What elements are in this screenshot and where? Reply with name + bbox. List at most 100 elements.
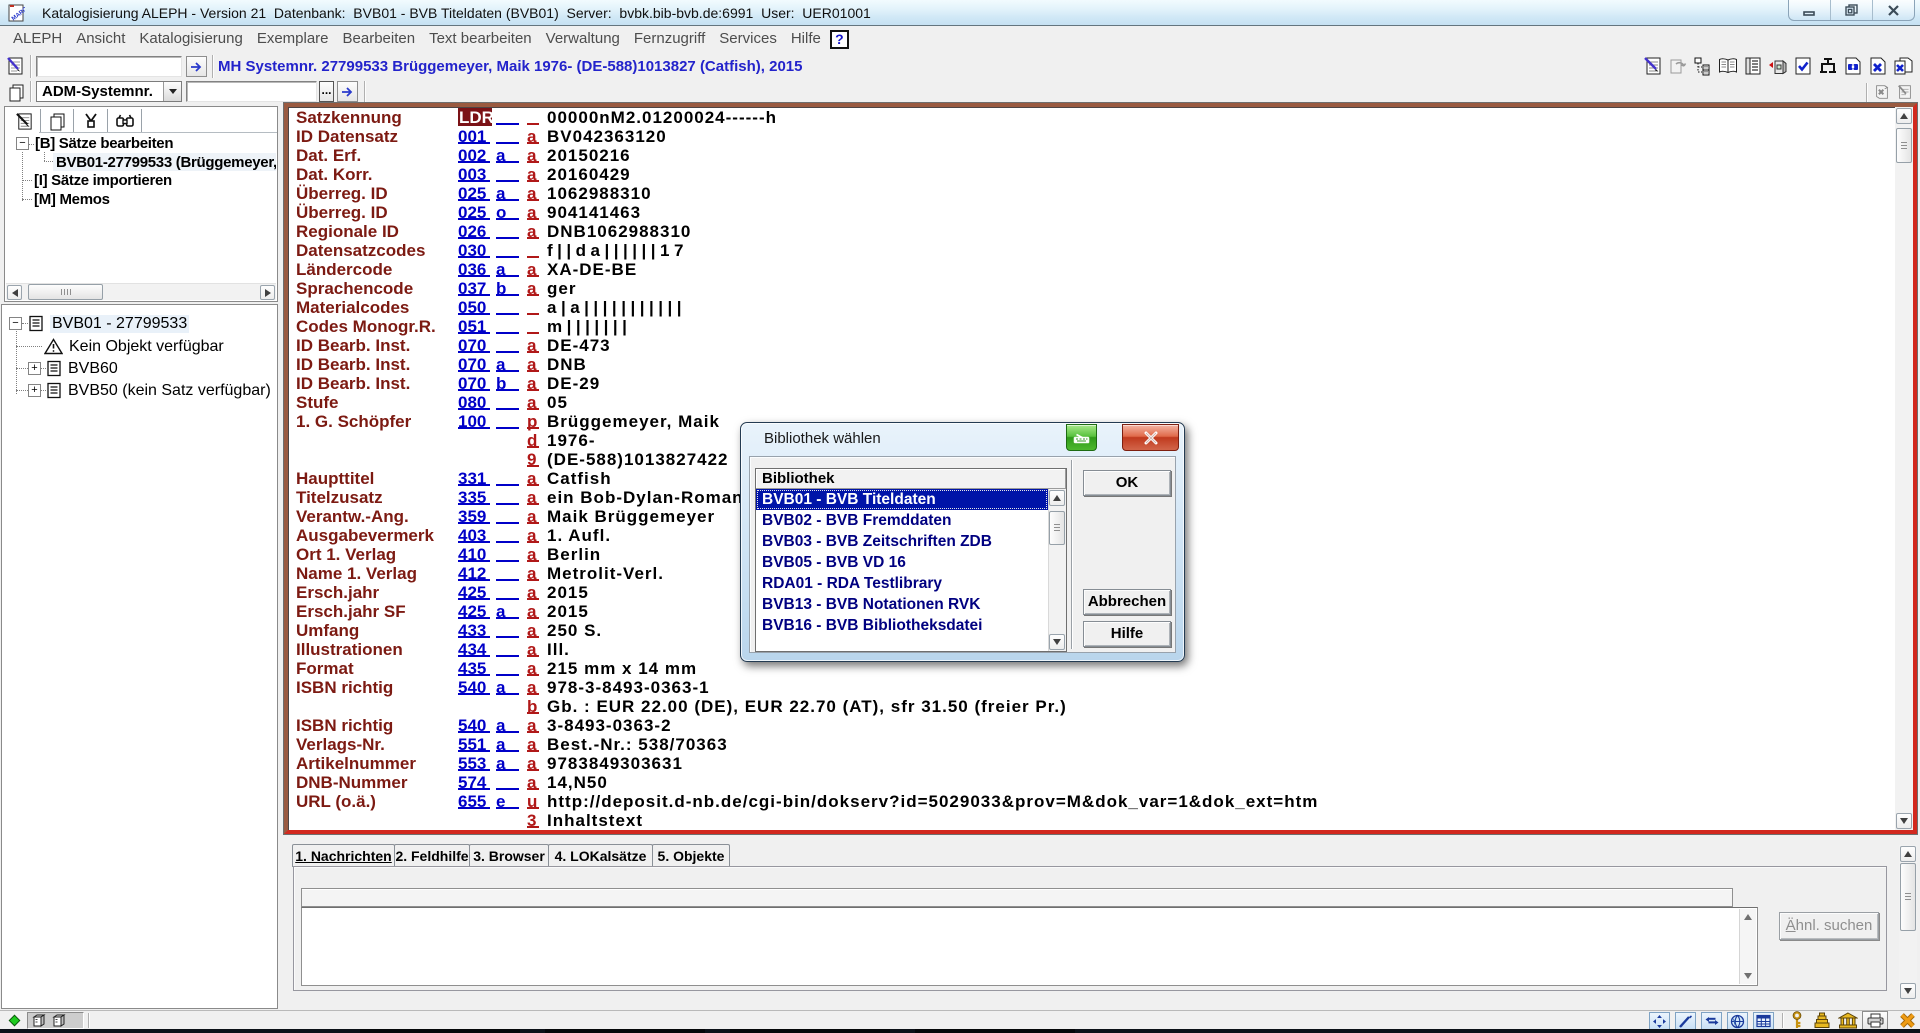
editor-row[interactable]: Sprachencode037bager <box>288 279 1895 298</box>
field-indicator[interactable] <box>496 640 519 657</box>
field-indicator[interactable] <box>496 564 519 581</box>
field-indicator[interactable] <box>496 526 519 543</box>
field-tag[interactable]: 003 <box>458 165 490 182</box>
subfield-code[interactable]: a <box>527 545 539 562</box>
library-list-item[interactable]: BVB01 - BVB Titeldaten <box>756 489 1048 510</box>
editor-row[interactable]: ISBN richtig540aa3-8493-0363-2 <box>288 716 1895 735</box>
copy-record-icon[interactable] <box>5 81 27 103</box>
field-value[interactable]: m||||||| <box>547 317 631 336</box>
editor-row[interactable]: Überreg. ID025oa904141463 <box>288 203 1895 222</box>
field-indicator[interactable] <box>496 336 519 353</box>
field-value[interactable]: Brüggemeyer, Maik <box>547 412 720 431</box>
go-button[interactable] <box>186 56 207 77</box>
subfield-code[interactable]: a <box>527 165 539 182</box>
swap-view-icon[interactable] <box>1701 1012 1722 1030</box>
field-indicator[interactable] <box>496 298 519 315</box>
editor-row[interactable]: URL (o.ä.)655euhttp://deposit.d-nb.de/cg… <box>288 792 1895 811</box>
field-value[interactable]: Berlin <box>547 545 601 564</box>
subfield-code[interactable]: a <box>527 279 539 296</box>
subfield-code[interactable]: 9 <box>527 450 539 467</box>
subfield-code[interactable] <box>527 317 539 334</box>
field-tag[interactable]: 335 <box>458 488 490 505</box>
field-indicator[interactable] <box>496 127 519 144</box>
scroll-down-button[interactable] <box>1741 969 1755 983</box>
tree-item[interactable]: + BVB60 <box>28 358 118 379</box>
edit-record-icon[interactable] <box>5 55 27 77</box>
field-tag[interactable]: 435 <box>458 659 490 676</box>
subfield-code[interactable]: a <box>527 678 539 695</box>
adm-go-button[interactable] <box>337 81 358 102</box>
field-value[interactable]: DE-473 <box>547 336 611 355</box>
messages-box[interactable] <box>301 907 1758 986</box>
editor-row[interactable]: Ländercode036aaXA-DE-BE <box>288 260 1895 279</box>
editor-row[interactable]: DNB-Nummer574a14,N50 <box>288 773 1895 792</box>
marc-edit-icon[interactable] <box>1675 1012 1696 1030</box>
editor-row[interactable]: Verlags-Nr.551aaBest.-Nr.: 538/70363 <box>288 735 1895 754</box>
scroll-thumb[interactable] <box>28 284 103 300</box>
field-value[interactable]: XA-DE-BE <box>547 260 637 279</box>
menu-bearbeiten[interactable]: Bearbeiten <box>336 27 423 51</box>
field-value[interactable]: 00000nM2.01200024------h <box>547 108 777 127</box>
field-tag[interactable]: 540 <box>458 678 490 695</box>
editor-row[interactable]: ID Bearb. Inst.070aDE-473 <box>288 336 1895 355</box>
field-indicator[interactable] <box>496 412 519 429</box>
move-view-icon[interactable] <box>1649 1012 1670 1030</box>
subfield-code[interactable]: a <box>527 336 539 353</box>
field-value[interactable]: ger <box>547 279 576 298</box>
dialog-close-button[interactable] <box>1122 424 1179 451</box>
field-indicator[interactable] <box>496 583 519 600</box>
subfield-code[interactable]: a <box>527 773 539 790</box>
messages-scrollbar[interactable] <box>1739 909 1756 984</box>
field-indicator[interactable] <box>496 222 519 239</box>
field-value[interactable]: 9783849303631 <box>547 754 683 773</box>
field-tag[interactable]: 551 <box>458 735 490 752</box>
subfield-code[interactable]: a <box>527 583 539 600</box>
field-indicator[interactable] <box>496 507 519 524</box>
help-button[interactable]: Hilfe <box>1083 621 1171 647</box>
field-indicator[interactable]: a <box>496 355 519 372</box>
field-tag[interactable]: 100 <box>458 412 490 429</box>
menu-hilfe[interactable]: Hilfe <box>784 27 828 51</box>
list-scrollbar[interactable] <box>1048 489 1066 651</box>
field-value[interactable]: 1976- <box>547 431 595 450</box>
subfield-code[interactable]: a <box>527 564 539 581</box>
editor-row[interactable]: Codes Monogr.R.051m||||||| <box>288 317 1895 336</box>
menu-verwaltung[interactable]: Verwaltung <box>539 27 627 51</box>
field-value[interactable]: http://deposit.d-nb.de/cgi-bin/dokserv?i… <box>547 792 1318 811</box>
editor-row[interactable]: Stufe080a05 <box>288 393 1895 412</box>
field-tag[interactable]: 070 <box>458 336 490 353</box>
field-tag[interactable]: 574 <box>458 773 490 790</box>
scroll-down-button[interactable] <box>1049 634 1065 650</box>
field-tag[interactable]: 025 <box>458 184 490 201</box>
field-indicator[interactable] <box>496 621 519 638</box>
menu-katalogisierung[interactable]: Katalogisierung <box>132 27 249 51</box>
field-tag[interactable]: 425 <box>458 602 490 619</box>
subfield-code[interactable]: b <box>527 697 539 714</box>
field-tag[interactable]: 080 <box>458 393 490 410</box>
field-indicator[interactable] <box>496 317 519 334</box>
editor-row[interactable]: Artikelnummer553aa9783849303631 <box>288 754 1895 773</box>
field-value[interactable]: BV042363120 <box>547 127 667 146</box>
field-tag[interactable]: 540 <box>458 716 490 733</box>
adm-input[interactable] <box>186 81 317 102</box>
field-tag[interactable]: 655 <box>458 792 490 809</box>
ellipsis-button[interactable]: ... <box>319 81 334 102</box>
field-tag[interactable]: 553 <box>458 754 490 771</box>
field-tag[interactable]: 037 <box>458 279 490 296</box>
library-list-items[interactable]: BVB01 - BVB TiteldatenBVB02 - BVB Fremdd… <box>756 489 1048 651</box>
field-value[interactable]: ein Bob-Dylan-Roman <box>547 488 744 507</box>
edit-record-tab-icon[interactable] <box>13 110 35 132</box>
field-value[interactable]: Gb. : EUR 22.00 (DE), EUR 22.70 (AT), sf… <box>547 697 1067 716</box>
field-value[interactable]: 2015 <box>547 583 589 602</box>
globe-view-icon[interactable] <box>1727 1012 1748 1030</box>
field-value[interactable]: Ill. <box>547 640 570 659</box>
cancel-button[interactable]: Abbrechen <box>1083 589 1171 615</box>
field-indicator[interactable]: a <box>496 754 519 771</box>
delete-copy-icon[interactable] <box>1892 55 1914 77</box>
overview-hscrollbar[interactable] <box>6 283 276 300</box>
subfield-code[interactable]: a <box>527 374 539 391</box>
subfield-code[interactable] <box>527 108 539 125</box>
scroll-thumb[interactable] <box>1896 128 1912 163</box>
field-tag[interactable]: 410 <box>458 545 490 562</box>
search-tab-icon[interactable] <box>114 110 136 132</box>
